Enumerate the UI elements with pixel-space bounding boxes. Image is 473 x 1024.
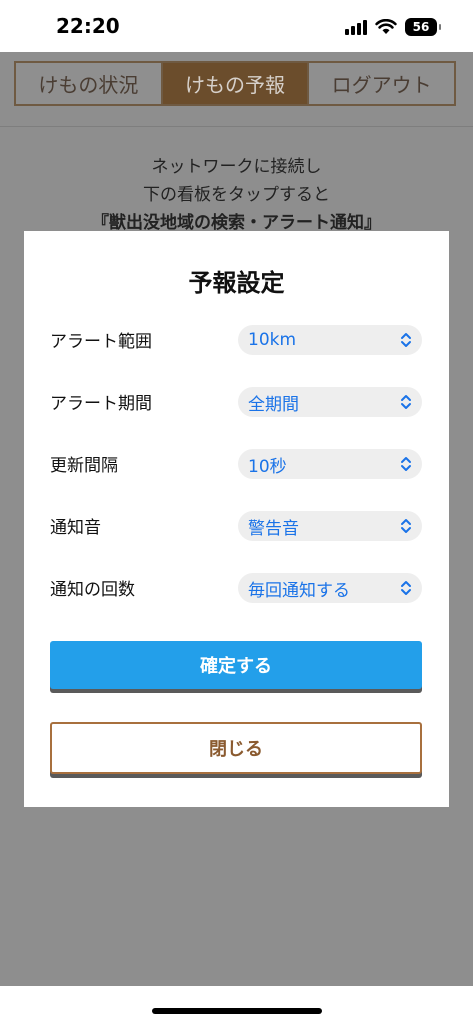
bottom-bar xyxy=(0,986,473,1024)
chevron-up-down-icon xyxy=(401,395,411,409)
setting-label: 更新間隔 xyxy=(50,456,118,476)
chevron-up-down-icon xyxy=(401,333,411,347)
chevron-up-down-icon xyxy=(401,581,411,595)
instructions-line-1: ネットワークに接続し xyxy=(151,157,322,177)
nav-tabs: けもの状況 けもの予報 ログアウト xyxy=(14,61,456,106)
setting-alert-period: アラート期間 全期間 xyxy=(50,387,422,419)
tab-kemono-forecast[interactable]: けもの予報 xyxy=(160,63,308,104)
setting-notification-count: 通知の回数 毎回通知する xyxy=(50,573,422,605)
cellular-signal-icon xyxy=(345,19,367,35)
status-icons: 56 xyxy=(345,16,441,38)
forecast-settings-modal: 予報設定 アラート範囲 10km アラート期間 全期間 更新間隔 10秒 通知音… xyxy=(24,231,449,807)
confirm-button[interactable]: 確定する xyxy=(50,641,422,689)
tab-logout[interactable]: ログアウト xyxy=(307,63,455,104)
select-value: 毎回通知する xyxy=(248,580,350,601)
alert-period-select[interactable]: 全期間 xyxy=(238,387,422,417)
battery-icon: 56 xyxy=(405,18,441,36)
alert-range-select[interactable]: 10km xyxy=(238,325,422,355)
chevron-up-down-icon xyxy=(401,457,411,471)
battery-level: 56 xyxy=(412,20,430,34)
select-value: 警告音 xyxy=(248,518,299,539)
home-indicator[interactable] xyxy=(152,1008,322,1014)
setting-label: アラート期間 xyxy=(50,394,152,414)
setting-update-interval: 更新間隔 10秒 xyxy=(50,449,422,481)
setting-notification-sound: 通知音 警告音 xyxy=(50,511,422,543)
setting-label: 通知音 xyxy=(50,518,101,538)
modal-title: 予報設定 xyxy=(188,269,285,297)
setting-label: 通知の回数 xyxy=(50,580,135,600)
nav-divider xyxy=(0,126,473,127)
update-interval-select[interactable]: 10秒 xyxy=(238,449,422,479)
select-value: 10km xyxy=(248,330,297,350)
tab-kemono-status[interactable]: けもの状況 xyxy=(16,63,161,104)
close-button[interactable]: 閉じる xyxy=(50,722,422,774)
instructions-line-2: 下の看板をタップすると xyxy=(143,185,330,205)
instructions-text: ネットワークに接続し 下の看板をタップすると 『獣出没地域の検索・アラート通知』 xyxy=(0,153,473,237)
setting-label: アラート範囲 xyxy=(50,332,152,352)
wifi-icon xyxy=(375,19,397,34)
chevron-up-down-icon xyxy=(401,519,411,533)
notification-sound-select[interactable]: 警告音 xyxy=(238,511,422,541)
notification-count-select[interactable]: 毎回通知する xyxy=(238,573,422,603)
setting-alert-range: アラート範囲 10km xyxy=(50,325,422,357)
status-bar: 22:20 56 xyxy=(0,0,473,52)
select-value: 全期間 xyxy=(248,394,299,415)
status-time: 22:20 xyxy=(56,14,120,38)
select-value: 10秒 xyxy=(248,456,287,477)
